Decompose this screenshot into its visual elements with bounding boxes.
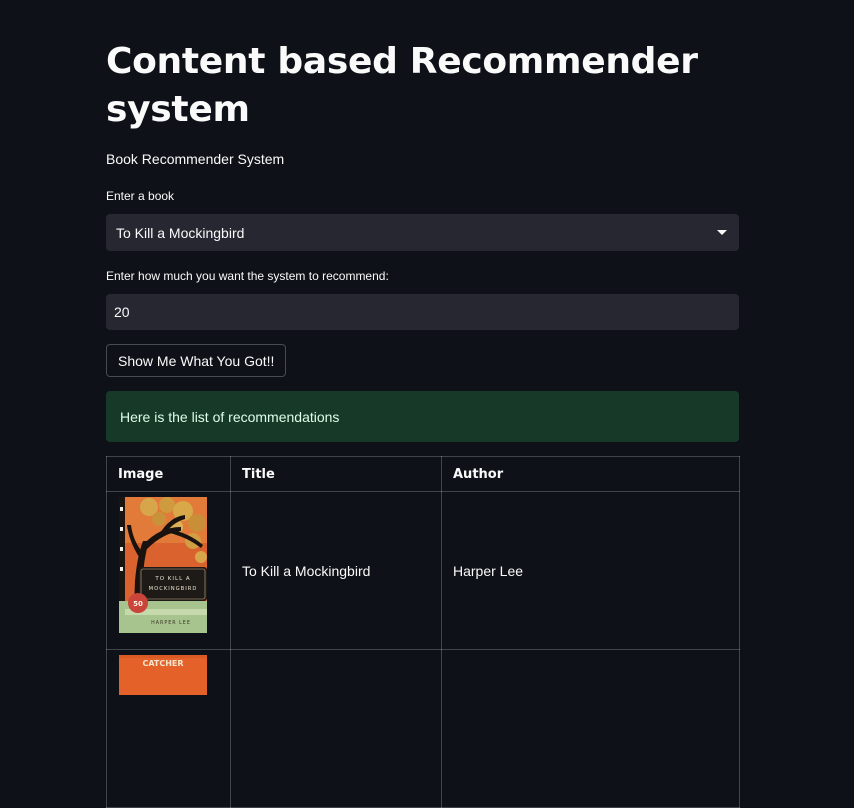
- alert-message: Here is the list of recommendations: [120, 409, 340, 425]
- table-cell-title: To Kill a Mockingbird: [230, 491, 442, 650]
- show-recommendations-button[interactable]: Show Me What You Got!!: [106, 344, 287, 377]
- table-cell-image: CATCHER: [106, 649, 231, 808]
- book-select-value: To Kill a Mockingbird: [116, 225, 245, 241]
- chevron-down-icon[interactable]: [717, 230, 727, 235]
- column-header-title: Title: [230, 456, 442, 492]
- table-cell-title: [230, 649, 442, 808]
- book-select-label: Enter a book: [106, 189, 175, 203]
- table-cell-image: TO KILL A MOCKINGBIRD 50 HARPER LEE: [106, 491, 231, 650]
- table-header-row: Image Title Author: [106, 456, 740, 492]
- recommendations-table: Image Title Author TO KILL A MOCKINGBIRD…: [106, 456, 740, 808]
- count-input-label: Enter how much you want the system to re…: [106, 269, 389, 283]
- cover-badge-text: 50: [133, 600, 143, 608]
- success-alert: Here is the list of recommendations: [106, 391, 739, 442]
- table-cell-author: [441, 649, 740, 808]
- cover-title-text: CATCHER: [142, 659, 183, 668]
- column-header-author: Author: [441, 456, 740, 492]
- cover-author-text: HARPER LEE: [151, 620, 191, 626]
- table-cell-author: Harper Lee: [441, 491, 740, 650]
- cover-title-line-2: MOCKINGBIRD: [149, 586, 198, 592]
- table-row: CATCHER: [106, 649, 740, 808]
- cover-title-line-1: TO KILL A: [154, 576, 190, 582]
- book-cover-image: CATCHER: [119, 655, 207, 695]
- column-header-image: Image: [106, 456, 231, 492]
- page-subtitle: Book Recommender System: [106, 151, 285, 167]
- count-input[interactable]: [106, 294, 739, 330]
- book-cover-image: TO KILL A MOCKINGBIRD 50 HARPER LEE: [119, 497, 207, 633]
- page-title: Content based Recommender system: [106, 41, 698, 130]
- book-select[interactable]: To Kill a Mockingbird: [106, 214, 739, 251]
- table-row: TO KILL A MOCKINGBIRD 50 HARPER LEE To K…: [106, 491, 740, 650]
